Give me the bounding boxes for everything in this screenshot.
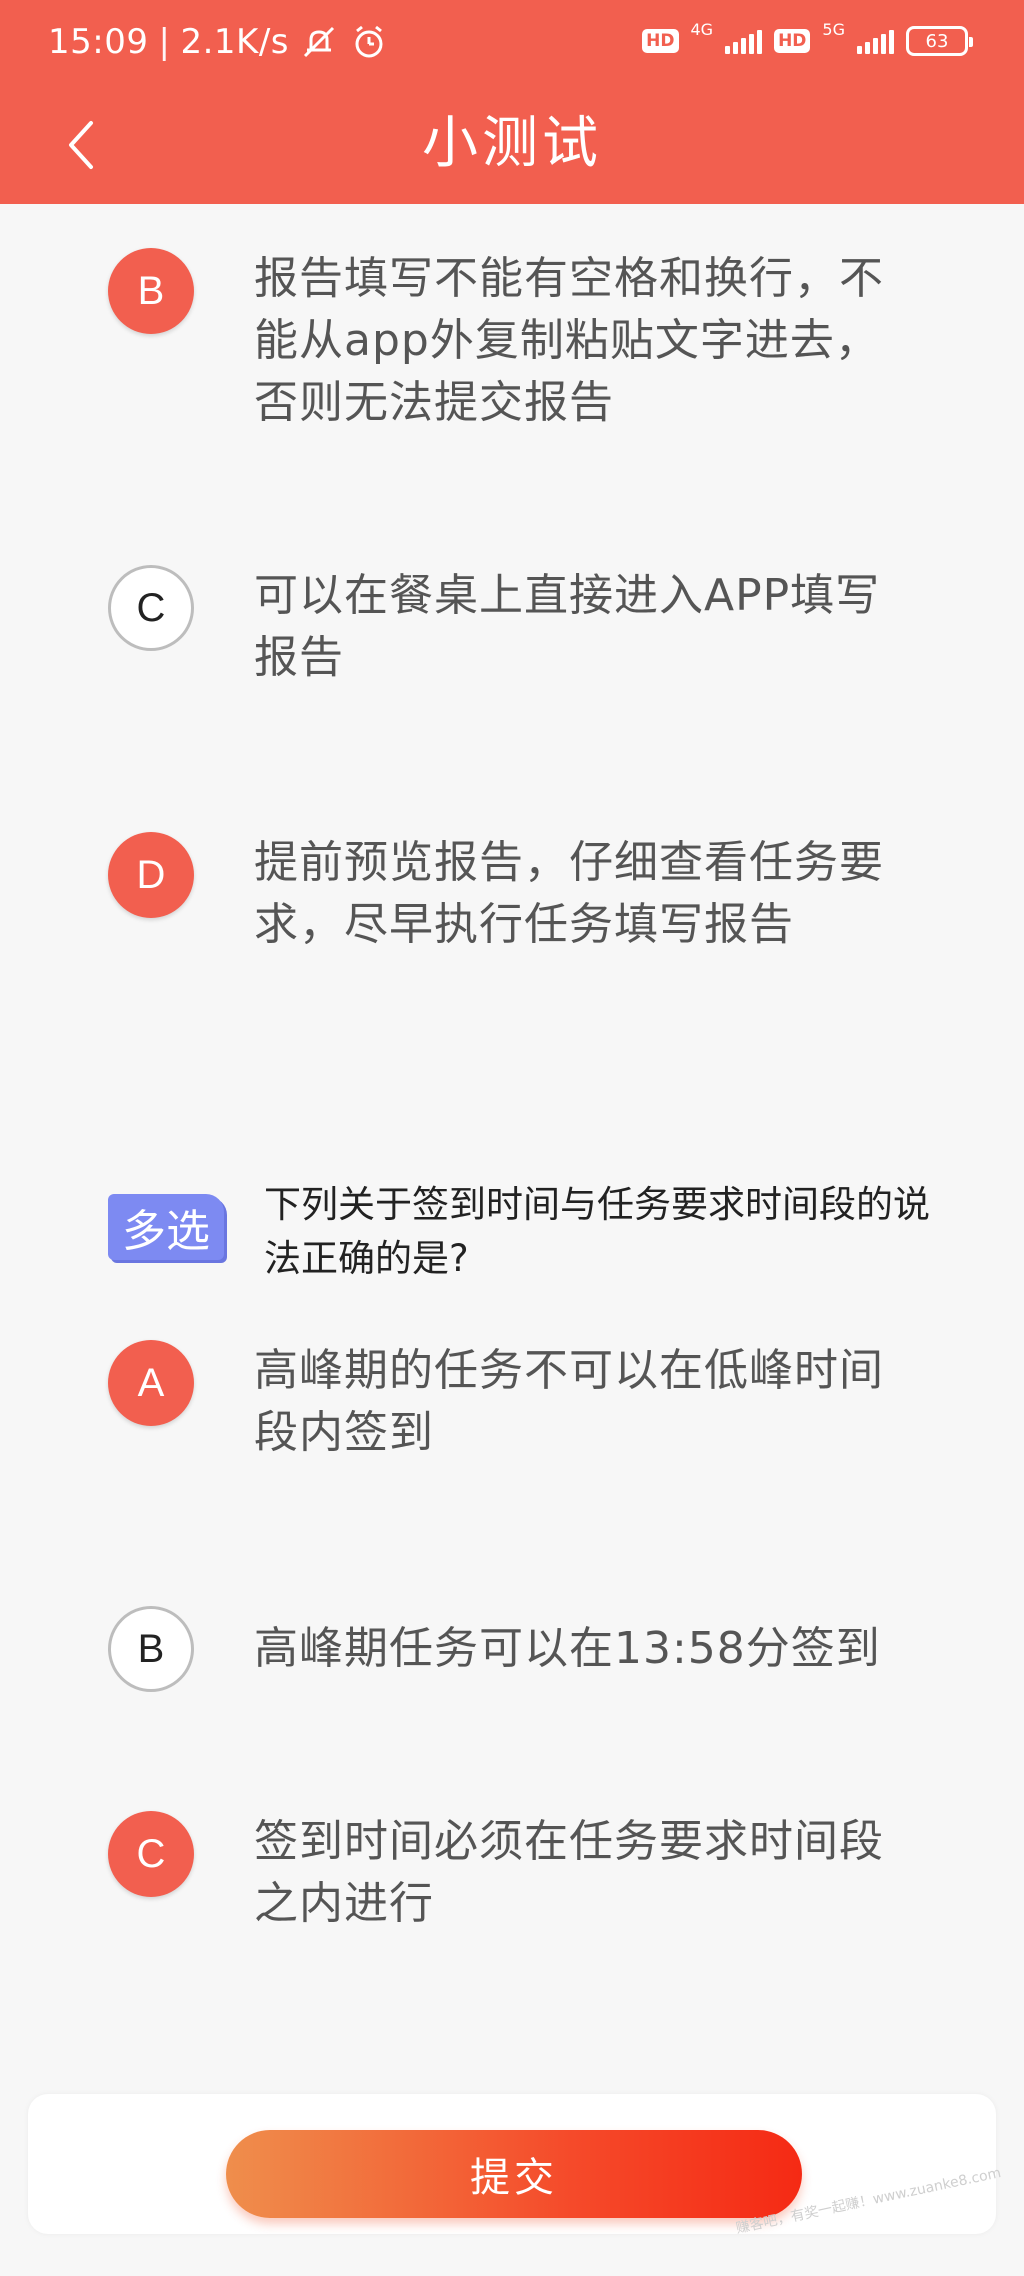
option-letter-badge: B	[108, 248, 194, 334]
hd-icon: HD	[642, 29, 679, 53]
mute-bell-icon	[299, 22, 339, 62]
signal-icon	[725, 28, 763, 54]
option-text: 签到时间必须在任务要求时间段之内进行	[254, 1816, 884, 1929]
alarm-icon	[349, 22, 389, 62]
status-bar: 15:09 | 2.1K/s HD 4G HD 5G 63	[0, 0, 1024, 92]
header-bar: 15:09 | 2.1K/s HD 4G HD 5G 63 小测试	[0, 0, 1024, 204]
option-letter-badge: A	[108, 1340, 194, 1426]
battery-icon: 63	[906, 26, 973, 56]
option-text: 提前预览报告，仔细查看任务要求，尽早执行任务填写报告	[254, 837, 884, 950]
submit-button[interactable]: 提交	[226, 2130, 802, 2218]
option-text: 报告填写不能有空格和换行，不能从app外复制粘贴文字进去，否则无法提交报告	[254, 253, 884, 428]
nav-bar: 小测试	[0, 92, 1024, 204]
signal-icon	[857, 28, 894, 54]
status-time: 15:09	[48, 22, 149, 62]
question-text: 下列关于签到时间与任务要求时间段的说法正确的是?	[264, 1183, 930, 1280]
page-title: 小测试	[422, 111, 602, 176]
network-4g-label: 4G	[690, 19, 714, 39]
option-text: 高峰期任务可以在13:58分签到	[254, 1623, 881, 1674]
option-letter-badge: C	[108, 1811, 194, 1897]
option-text: 高峰期的任务不可以在低峰时间段内签到	[254, 1345, 884, 1458]
network-speed: 2.1K/s	[180, 22, 289, 62]
option-text: 可以在餐桌上直接进入APP填写报告	[254, 570, 881, 683]
option-letter-badge: D	[108, 832, 194, 918]
option-letter-badge: C	[108, 565, 194, 651]
hd-icon: HD	[774, 29, 811, 53]
multi-select-tag: 多选	[108, 1194, 224, 1260]
option-letter-badge: B	[108, 1606, 194, 1692]
status-separator: |	[158, 22, 171, 62]
network-5g-label: 5G	[822, 19, 845, 39]
